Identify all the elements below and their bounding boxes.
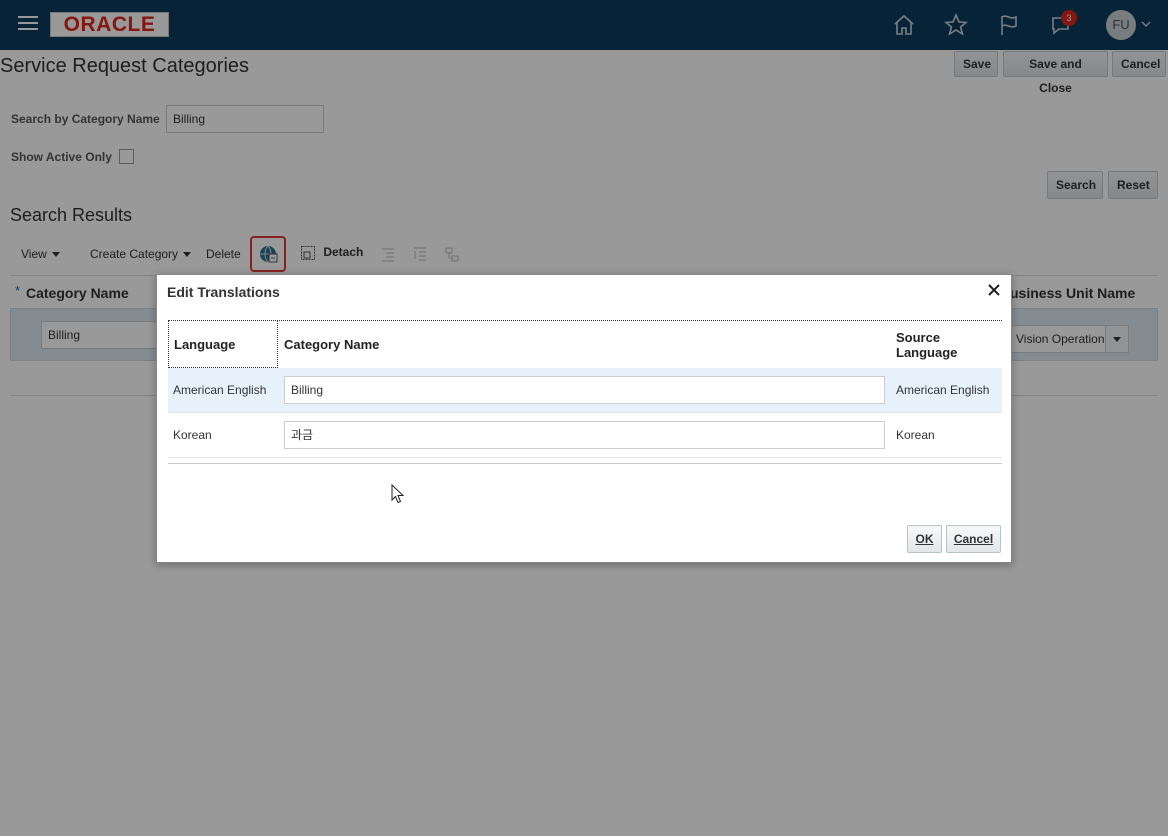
column-source-language-line2: Language xyxy=(896,345,958,360)
column-category-name[interactable]: Category Name xyxy=(284,337,379,352)
table-row[interactable]: American English Billing American Englis… xyxy=(168,368,1002,413)
row-language: American English xyxy=(173,383,267,397)
row-source-language: Korean xyxy=(896,428,935,442)
dialog-cancel-button[interactable]: Cancel xyxy=(946,525,1001,553)
row-language: Korean xyxy=(173,428,212,442)
edit-translations-dialog: Edit Translations Language Category Name… xyxy=(156,274,1012,563)
ok-button[interactable]: OK xyxy=(907,525,942,553)
row-source-language: American English xyxy=(896,383,990,397)
close-icon[interactable] xyxy=(986,282,1002,298)
mouse-cursor-icon xyxy=(391,484,405,504)
dialog-title: Edit Translations xyxy=(167,284,280,300)
row-category-name-input[interactable]: 과금 xyxy=(284,421,885,449)
table-top-border xyxy=(168,320,1002,321)
column-source-language[interactable]: Source Language xyxy=(896,330,957,360)
table-row[interactable]: Korean 과금 Korean xyxy=(168,413,1002,458)
table-bottom-border xyxy=(168,463,1002,464)
column-language[interactable]: Language xyxy=(174,337,235,352)
column-source-language-line1: Source xyxy=(896,330,941,345)
row-category-name-input[interactable]: Billing xyxy=(284,376,885,404)
